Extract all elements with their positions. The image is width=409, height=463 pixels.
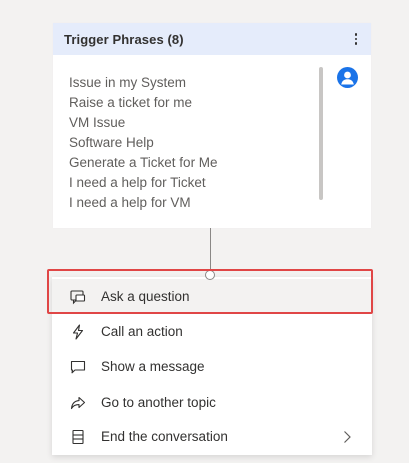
user-avatar-icon bbox=[337, 67, 358, 88]
menu-item-label: Go to another topic bbox=[101, 395, 216, 410]
connector-line bbox=[210, 228, 211, 272]
trigger-phrases-card[interactable]: Trigger Phrases (8) Issue in my System R… bbox=[53, 23, 371, 228]
menu-item-ask-question[interactable]: Ask a question bbox=[52, 279, 372, 314]
trigger-phrase: Generate a Ticket for Me bbox=[69, 155, 218, 170]
add-node-menu: Ask a question Call an action Show a mes… bbox=[52, 277, 372, 455]
trigger-phrase-list: Issue in my System Raise a ticket for me… bbox=[69, 73, 218, 213]
connector-node[interactable] bbox=[205, 270, 215, 280]
menu-item-call-action[interactable]: Call an action bbox=[52, 314, 372, 349]
authoring-canvas: Trigger Phrases (8) Issue in my System R… bbox=[0, 0, 409, 463]
chevron-right-icon bbox=[342, 430, 352, 444]
menu-item-label: Call an action bbox=[101, 324, 183, 339]
menu-item-show-message[interactable]: Show a message bbox=[52, 349, 372, 384]
more-options-icon[interactable] bbox=[347, 29, 365, 49]
trigger-card-header: Trigger Phrases (8) bbox=[53, 23, 371, 55]
trigger-phrase: Raise a ticket for me bbox=[69, 95, 193, 110]
message-icon bbox=[70, 359, 86, 375]
end-conversation-icon bbox=[70, 429, 86, 445]
trigger-phrase: Software Help bbox=[69, 135, 154, 150]
menu-item-label: Show a message bbox=[101, 359, 205, 374]
ask-question-icon bbox=[70, 289, 86, 305]
trigger-phrase: I need a help for Ticket bbox=[69, 175, 206, 190]
menu-item-go-to-topic[interactable]: Go to another topic bbox=[52, 385, 372, 420]
trigger-phrase: VM Issue bbox=[69, 115, 126, 130]
trigger-phrase: I need a help for VM bbox=[69, 195, 191, 210]
menu-item-end-conversation[interactable]: End the conversation bbox=[52, 419, 372, 454]
menu-item-label: Ask a question bbox=[101, 289, 190, 304]
trigger-phrase: Issue in my System bbox=[69, 75, 187, 90]
lightning-icon bbox=[70, 323, 86, 340]
redirect-arrow-icon bbox=[70, 395, 86, 411]
trigger-card-title: Trigger Phrases (8) bbox=[64, 31, 184, 47]
menu-item-label: End the conversation bbox=[101, 429, 228, 444]
phrase-list-scrollbar[interactable] bbox=[319, 67, 323, 200]
